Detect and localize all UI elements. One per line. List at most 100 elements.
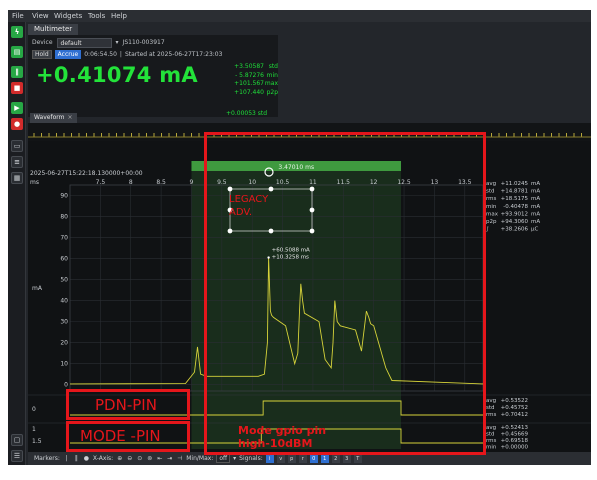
tab-waveform[interactable]: Waveform × bbox=[30, 113, 77, 123]
pdn-pin-label: PDN-PIN bbox=[95, 396, 157, 414]
zoom-fit-icon[interactable]: ⊚ bbox=[146, 455, 153, 462]
pan-left-icon[interactable]: ⇤ bbox=[156, 455, 163, 462]
stat-row: +107.440 p2p bbox=[234, 88, 278, 96]
digital-b-stat-key: rms bbox=[486, 438, 497, 444]
dual-marker-icon[interactable]: ‖ bbox=[73, 455, 80, 462]
left-toolbar: ϟ ▤ ∥ ■ ▶ ● ▭ ≡ ▦ ▢ ☰ bbox=[8, 22, 26, 465]
signal-1-toggle[interactable]: 1 bbox=[320, 454, 329, 463]
clear-markers-icon[interactable]: ● bbox=[83, 455, 90, 462]
signal-3-toggle[interactable]: 3 bbox=[342, 454, 351, 463]
digital-b-label: 1 bbox=[32, 426, 36, 433]
dual-stat-key: max bbox=[486, 211, 499, 217]
single-marker-icon[interactable]: | bbox=[63, 455, 70, 462]
started-time: Started at 2025-06-27T17:23:03 bbox=[124, 50, 223, 58]
record-icon[interactable]: ● bbox=[11, 118, 23, 130]
y-tick-label: 70 bbox=[60, 235, 68, 242]
minmax-select[interactable]: off bbox=[216, 454, 231, 463]
stat-row: +3.50587 std bbox=[234, 63, 278, 70]
close-icon[interactable]: × bbox=[67, 114, 72, 121]
connect-icon[interactable]: ▤ bbox=[11, 46, 23, 58]
xaxis-label: X-Axis: bbox=[92, 455, 114, 462]
signal-0-toggle[interactable]: 0 bbox=[309, 454, 318, 463]
menu-widgets[interactable]: Widgets bbox=[54, 12, 82, 20]
menu-help[interactable]: Help bbox=[111, 12, 127, 20]
dual-stat-unit: µC bbox=[531, 227, 538, 233]
legacy-adv-label: LEGACY ADV. bbox=[229, 194, 269, 218]
menu-tools[interactable]: Tools bbox=[88, 12, 105, 20]
power-icon[interactable]: ϟ bbox=[11, 26, 23, 38]
dual-stat-unit: mA bbox=[531, 219, 540, 225]
digital-a-stat-key: avg bbox=[486, 398, 496, 404]
menu-file[interactable]: File bbox=[12, 12, 24, 20]
menu-view[interactable]: View bbox=[32, 12, 49, 20]
pan-right-icon[interactable]: ⇥ bbox=[166, 455, 173, 462]
signal-p-toggle[interactable]: p bbox=[287, 454, 296, 463]
time-unit-label: ms bbox=[30, 179, 39, 186]
digital-b-stat-value: +0.52413 bbox=[501, 425, 529, 431]
zoom-out-icon[interactable]: ⊖ bbox=[126, 455, 133, 462]
annotation-box-main bbox=[204, 132, 486, 455]
dual-stat-value: +14.8781 bbox=[501, 189, 528, 195]
menu-icon[interactable]: ☰ bbox=[11, 450, 23, 462]
multimeter-panel: Device default ▾ JS110-003917 Hold Accru… bbox=[28, 35, 278, 117]
stop-icon[interactable]: ■ bbox=[11, 82, 23, 94]
device-select[interactable]: default bbox=[56, 37, 112, 48]
dual-stat-value: +93.9012 bbox=[501, 211, 528, 217]
markers-label: Markers: bbox=[34, 455, 60, 462]
y-tick-label: 60 bbox=[60, 256, 68, 263]
widgets-icon[interactable]: ▦ bbox=[11, 172, 23, 184]
accrue-button[interactable]: Accrue bbox=[54, 49, 82, 59]
tab-multimeter[interactable]: Multimeter bbox=[28, 24, 79, 35]
chevron-down-icon[interactable]: ▾ bbox=[116, 39, 119, 46]
signal-r-toggle[interactable]: r bbox=[298, 454, 307, 463]
y-tick-label: 30 bbox=[60, 319, 68, 326]
signal-i-toggle[interactable]: i bbox=[265, 454, 274, 463]
mode-pin-label: MODE -PIN bbox=[80, 427, 161, 445]
elapsed-time: 0:06:54.50 bbox=[84, 50, 117, 58]
dual-stat-unit: mA bbox=[531, 196, 540, 202]
dual-stat-key: p2p bbox=[486, 219, 497, 225]
chat-icon[interactable]: ▢ bbox=[11, 434, 23, 446]
dual-stat-unit: mA bbox=[531, 204, 540, 210]
database-icon[interactable]: ≡ bbox=[11, 156, 23, 168]
stat-row: - 5.87276 min bbox=[235, 71, 278, 79]
y-tick-label: 50 bbox=[60, 277, 68, 284]
dual-stat-value: -0.40478 bbox=[503, 204, 528, 210]
dual-stat-value: +94.3060 bbox=[501, 219, 529, 225]
hold-button[interactable]: Hold bbox=[32, 49, 52, 59]
zoom-in-icon[interactable]: ⊕ bbox=[116, 455, 123, 462]
pause-icon[interactable]: ∥ bbox=[11, 66, 23, 78]
stat-row: +101.567 max bbox=[234, 80, 278, 87]
digital-a-stat-key: std bbox=[486, 405, 495, 411]
signal-2-toggle[interactable]: 2 bbox=[331, 454, 340, 463]
acquisition-row: Hold Accrue 0:06:54.50 | Started at 2025… bbox=[32, 49, 222, 59]
digital-a-stat-key: rms bbox=[486, 412, 497, 418]
play-icon[interactable]: ▶ bbox=[11, 102, 23, 114]
y-tick-label: 10 bbox=[60, 361, 68, 368]
mode-gpio-desc: Mode gpio pin high-10dBM bbox=[238, 424, 327, 450]
y-tick-label: 90 bbox=[60, 193, 68, 200]
y-tick-label: 80 bbox=[60, 214, 68, 221]
chevron-down-icon[interactable]: ▾ bbox=[233, 455, 236, 462]
snap-icon[interactable]: ⊣ bbox=[176, 455, 183, 462]
memory-icon[interactable]: ▭ bbox=[11, 140, 23, 152]
dual-stat-key: std bbox=[486, 189, 495, 195]
dual-stat-unit: mA bbox=[531, 189, 540, 195]
device-serial: JS110-003917 bbox=[122, 39, 165, 46]
signal-v-toggle[interactable]: v bbox=[276, 454, 285, 463]
waveform-tab-label: Waveform bbox=[34, 114, 65, 121]
dual-stat-key: min bbox=[486, 204, 497, 210]
digital-b-stat-key: avg bbox=[486, 425, 496, 431]
main-reading: +0.41074 mA bbox=[36, 63, 198, 87]
digital-b-stat-value: +0.45669 bbox=[501, 432, 529, 438]
digital-b-stat-value: +0.00000 bbox=[501, 445, 529, 451]
signal-t-toggle[interactable]: T bbox=[353, 454, 362, 463]
dual-stat-value: +18.5175 bbox=[501, 196, 529, 202]
device-label: Device bbox=[32, 39, 53, 46]
zoom-all-icon[interactable]: ⊙ bbox=[136, 455, 143, 462]
digital-a-stat-value: +0.45752 bbox=[501, 405, 528, 411]
stats-list: +3.50587 std - 5.87276 min +101.567 max +10… bbox=[226, 63, 278, 97]
extra-stat: +0.00053 std bbox=[226, 110, 268, 117]
separator: | bbox=[119, 50, 122, 58]
dual-stat-key: rms bbox=[486, 196, 497, 202]
